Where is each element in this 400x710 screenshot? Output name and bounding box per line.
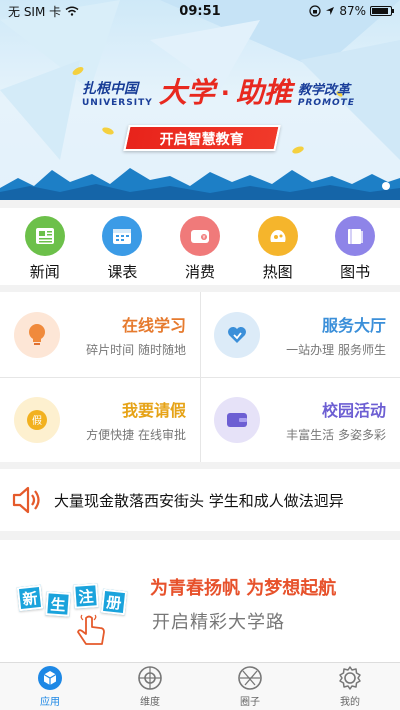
service-text: 我要请假 方便快捷 在线审批 <box>70 397 200 443</box>
svg-text:假: 假 <box>32 414 42 427</box>
tab-label: 圈子 <box>240 697 260 708</box>
reform-cn: 教学改革 <box>297 83 350 98</box>
tab-profile[interactable]: 我的 <box>310 663 390 710</box>
reform-en: PROMOTE <box>297 98 355 108</box>
status-left: 无 SIM 卡 <box>8 3 79 20</box>
gear-icon <box>339 666 361 690</box>
grid-divider <box>0 377 400 378</box>
cube-icon <box>38 666 62 690</box>
quick-link-heatmap[interactable]: 热图 <box>246 208 310 285</box>
service-text: 校园活动 丰富生活 多姿多彩 <box>270 397 400 443</box>
service-title: 在线学习 <box>121 315 186 335</box>
quick-link-label: 热图 <box>262 263 293 281</box>
tab-label: 我的 <box>340 697 360 708</box>
service-subtitle: 碎片时间 随时随地 <box>86 342 186 357</box>
registration-tile: 注 <box>73 583 99 609</box>
leave-icon: 假 <box>14 396 60 443</box>
tab-dimension[interactable]: 维度 <box>110 663 190 710</box>
quick-link-label: 课表 <box>107 263 138 281</box>
wallet-icon: ¥ <box>179 216 220 256</box>
service-hall[interactable]: 服务大厅 一站办理 服务师生 <box>200 292 400 377</box>
heart-hands-icon <box>214 311 260 358</box>
pointing-hand-icon <box>77 614 105 645</box>
service-text: 在线学习 碎片时间 随时随地 <box>70 312 200 358</box>
promo-banner[interactable]: 新 生 注 册 为青春扬帆 为梦想起航 开启精彩大学路 <box>0 540 400 662</box>
tab-circle[interactable]: 圈子 <box>210 663 290 710</box>
quick-link-label: 图书 <box>340 263 371 281</box>
title-dot: · <box>220 79 230 107</box>
quick-link-label: 新闻 <box>29 263 60 281</box>
battery-icon <box>370 6 394 16</box>
registration-tile: 册 <box>100 588 128 616</box>
timetable-icon <box>102 216 143 256</box>
orientation-lock-icon <box>309 5 321 17</box>
quick-link-news[interactable]: 新闻 <box>13 208 77 285</box>
service-title: 我要请假 <box>121 400 186 420</box>
service-campus-activities[interactable]: 校园活动 丰富生活 多姿多彩 <box>200 377 400 462</box>
battery-percent: 87% <box>339 4 366 18</box>
tab-apps[interactable]: 应用 <box>10 663 90 710</box>
book-icon <box>335 216 376 256</box>
svg-text:¥: ¥ <box>202 235 205 241</box>
service-leave-request[interactable]: 假 我要请假 方便快捷 在线审批 <box>0 377 200 462</box>
bottom-tab-bar: 应用 维度 圈子 我的 <box>0 662 400 710</box>
service-online-learning[interactable]: 在线学习 碎片时间 随时随地 <box>0 292 200 377</box>
service-text: 服务大厅 一站办理 服务师生 <box>270 312 400 358</box>
registration-tile: 生 <box>45 591 71 617</box>
service-grid: 在线学习 碎片时间 随时随地 服务大厅 一站办理 服务师生 假 我要请假 方便快… <box>0 292 400 462</box>
news-headline: 大量现金散落西安街头 学生和成人做法迥异 <box>54 491 344 510</box>
mountain-decoration <box>0 168 400 200</box>
service-subtitle: 丰富生活 多姿多彩 <box>286 427 386 442</box>
quick-link-spending[interactable]: ¥ 消费 <box>168 208 232 285</box>
news-icon <box>24 216 65 256</box>
service-title: 服务大厅 <box>321 315 386 335</box>
quick-link-label: 消费 <box>184 263 215 281</box>
quick-links: 新闻 课表 ¥ 消费 热图 图书 <box>0 208 400 285</box>
tab-label: 维度 <box>140 697 160 708</box>
big-title-1: 大学 <box>158 76 215 109</box>
registration-tiles: 新 生 注 册 <box>16 583 133 645</box>
quick-link-books[interactable]: 图书 <box>323 208 387 285</box>
status-bar: 无 SIM 卡 09:51 87% <box>0 0 400 22</box>
wifi-icon <box>65 6 79 16</box>
location-icon <box>326 7 335 15</box>
aperture-icon <box>238 666 262 690</box>
promo-tagline: 为青春扬帆 为梦想起航 <box>150 578 337 599</box>
lightbulb-icon <box>14 311 60 358</box>
news-ticker[interactable]: 大量现金散落西安街头 学生和成人做法迥异 <box>0 469 400 531</box>
service-title: 校园活动 <box>321 400 386 420</box>
carousel-indicator[interactable] <box>382 182 390 190</box>
service-subtitle: 方便快捷 在线审批 <box>86 427 186 442</box>
quick-link-timetable[interactable]: 课表 <box>90 208 154 285</box>
status-right: 87% <box>309 4 394 18</box>
banner-title: 扎根中国 UNIVERSITY 大学 · 助推 教学改革 PROMOTE <box>82 76 355 109</box>
hero-banner[interactable]: 扎根中国 UNIVERSITY 大学 · 助推 教学改革 PROMOTE 开启智… <box>0 0 400 200</box>
brand-cn: 扎根中国 <box>82 81 138 97</box>
service-subtitle: 一站办理 服务师生 <box>286 342 386 357</box>
slogan-badge: 开启智慧教育 <box>123 125 281 151</box>
brand-en: UNIVERSITY <box>82 98 153 108</box>
wallet-card-icon <box>214 396 260 443</box>
speaker-icon <box>12 486 40 514</box>
heatmap-icon <box>257 216 298 256</box>
registration-tile: 新 <box>16 584 44 612</box>
slogan-text: 开启智慧教育 <box>159 132 244 148</box>
big-title-2: 助推 <box>235 76 292 109</box>
compass-icon <box>138 666 162 690</box>
promo-subtitle: 开启精彩大学路 <box>152 612 285 633</box>
brand-block: 扎根中国 UNIVERSITY <box>82 78 153 108</box>
tab-label: 应用 <box>40 697 60 708</box>
reform-block: 教学改革 PROMOTE <box>298 79 355 108</box>
carrier-label: 无 SIM 卡 <box>8 4 62 19</box>
